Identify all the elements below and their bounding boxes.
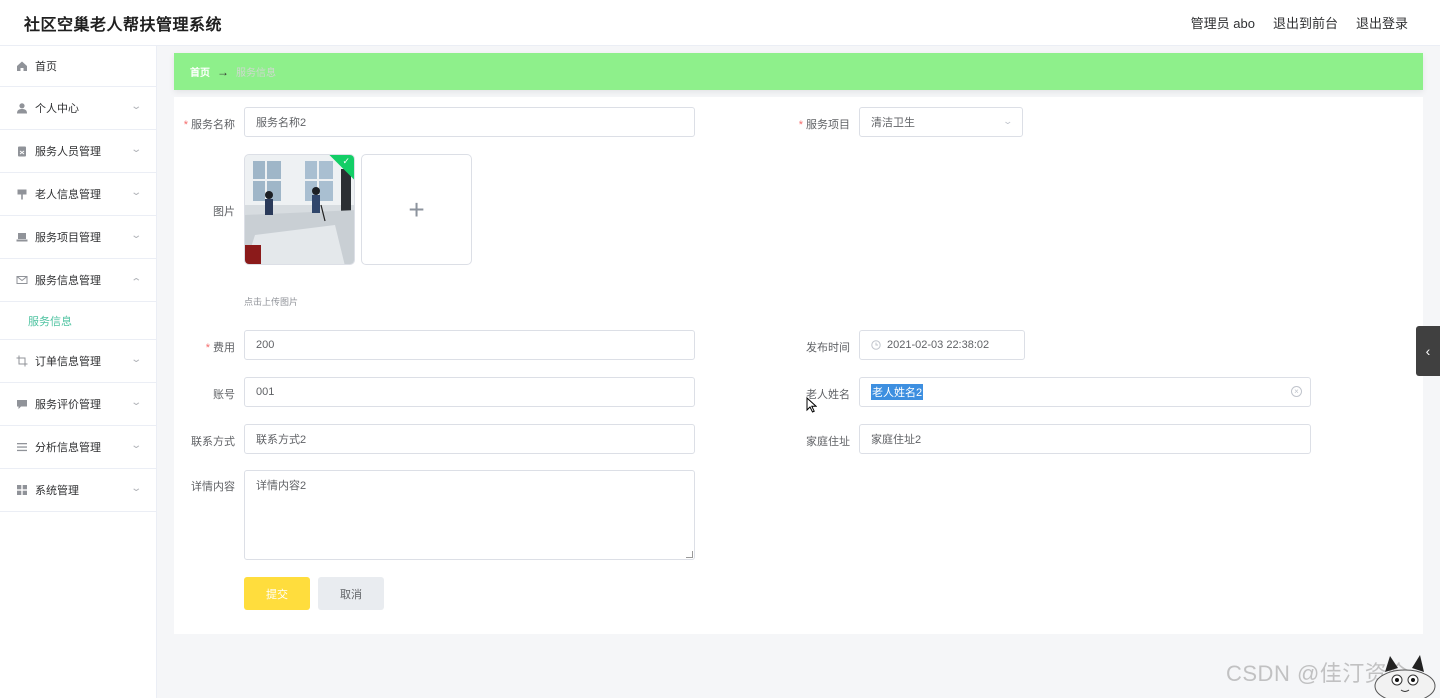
cleaning-photo: [245, 155, 354, 264]
chevron-down-icon: ⌄: [129, 101, 142, 112]
service-item-select[interactable]: 清洁卫生 ⌄: [859, 107, 1023, 137]
laptop-icon: [16, 231, 28, 243]
sidebar-item-orders[interactable]: 订单信息管理 ⌄: [0, 340, 156, 383]
upload-tip[interactable]: 点击上传图片: [244, 295, 298, 308]
chevron-left-icon: ‹: [1425, 343, 1431, 359]
cancel-button[interactable]: 取消: [318, 577, 384, 610]
address-input[interactable]: 家庭住址2: [859, 424, 1311, 454]
mouse-cursor-icon: [806, 396, 818, 416]
chevron-down-icon: ⌄: [129, 397, 142, 408]
home-icon: [16, 60, 28, 72]
sidebar-item-elders[interactable]: 老人信息管理 ⌄: [0, 173, 156, 216]
breadcrumb-separator: →: [217, 64, 229, 79]
detail-label: 详情内容: [191, 481, 235, 493]
image-label: 图片: [213, 206, 235, 218]
fee-input[interactable]: 200: [244, 330, 695, 360]
crop-icon: [16, 355, 28, 367]
current-user-label: 管理员 abo: [1190, 16, 1255, 31]
account-input[interactable]: 001: [244, 377, 695, 407]
resize-handle[interactable]: [686, 551, 693, 558]
top-bar: 社区空巢老人帮扶管理系统 管理员 abo 退出到前台 退出登录: [0, 0, 1440, 46]
sidebar-item-reviews[interactable]: 服务评价管理 ⌄: [0, 383, 156, 426]
breadcrumb-current: 服务信息: [236, 68, 276, 79]
app-title: 社区空巢老人帮扶管理系统: [24, 16, 223, 34]
clipboard-icon: [16, 145, 28, 157]
sidebar-item-label: 订单信息管理: [35, 356, 101, 368]
mascot-icon: [1360, 652, 1440, 698]
sidebar: 首页 个人中心 ⌄ 服务人员管理 ⌄ 老人信息管理 ⌄ 服务项目管理 ⌄ 服务信…: [0, 46, 157, 698]
detail-textarea[interactable]: 详情内容2: [244, 470, 695, 560]
address-label: 家庭住址: [806, 436, 850, 448]
user-icon: [16, 102, 28, 114]
sidebar-item-label: 首页: [35, 61, 57, 73]
uploaded-image[interactable]: ✓: [244, 154, 355, 265]
sidebar-item-label: 系统管理: [35, 485, 79, 497]
account-label: 账号: [213, 389, 235, 401]
sidebar-item-analysis[interactable]: 分析信息管理 ⌄: [0, 426, 156, 469]
sidebar-item-label: 分析信息管理: [35, 442, 101, 454]
clear-icon[interactable]: ×: [1291, 386, 1302, 397]
plus-icon: +: [408, 193, 425, 225]
main-content: 首页 → 服务信息 *服务名称 服务名称2 *服务项目 清洁卫生 ⌄ 图片: [174, 53, 1423, 634]
chevron-down-icon: ⌄: [129, 483, 142, 494]
grid-icon: [16, 484, 28, 496]
add-image-button[interactable]: +: [361, 154, 472, 265]
sidebar-item-service-items[interactable]: 服务项目管理 ⌄: [0, 216, 156, 259]
service-name-input[interactable]: 服务名称2: [244, 107, 695, 137]
publish-time-picker[interactable]: 2021-02-03 22:38:02: [859, 330, 1025, 360]
goto-front-link[interactable]: 退出到前台: [1273, 13, 1338, 32]
submenu-service-info[interactable]: 服务信息: [0, 302, 156, 340]
list-icon: [16, 441, 28, 453]
breadcrumb-home-link[interactable]: 首页: [190, 64, 210, 79]
logout-link[interactable]: 退出登录: [1356, 13, 1408, 32]
chevron-down-icon: ⌄: [129, 440, 142, 451]
service-info-form: * 服务名称 服务名称2 * 服务项目 清洁卫生 ⌄ 图片 ✓ + 点击上传图片…: [174, 97, 1423, 634]
sidebar-item-label: 服务人员管理: [35, 146, 101, 158]
service-item-label: * 服务项目: [798, 119, 850, 131]
chevron-up-icon: ⌄: [129, 275, 142, 286]
publish-time-label: 发布时间: [806, 342, 850, 354]
service-name-label: * 服务名称: [183, 119, 235, 131]
clock-icon: [871, 340, 881, 350]
fee-label: * 费用: [205, 342, 235, 354]
elder-name-input[interactable]: 老人姓名2 ×: [859, 377, 1311, 407]
top-bar-actions: 管理员 abo 退出到前台 退出登录: [1191, 13, 1408, 32]
chevron-down-icon: ⌄: [129, 354, 142, 365]
sidebar-item-label: 老人信息管理: [35, 189, 101, 201]
sign-icon: [16, 188, 28, 200]
breadcrumb: 首页 → 服务信息: [174, 53, 1423, 90]
sidebar-item-personal-center[interactable]: 个人中心 ⌄: [0, 87, 156, 130]
chevron-down-icon: ⌄: [129, 187, 142, 198]
contact-label: 联系方式: [191, 436, 235, 448]
submit-button[interactable]: 提交: [244, 577, 310, 610]
chat-icon: [16, 398, 28, 410]
check-icon: ✓: [342, 156, 350, 166]
sidebar-item-label: 服务信息管理: [35, 275, 101, 287]
sidebar-item-service-info[interactable]: 服务信息管理 ⌄: [0, 259, 156, 302]
sidebar-item-label: 服务评价管理: [35, 399, 101, 411]
mail-icon: [16, 274, 28, 286]
chevron-down-icon: ⌄: [129, 230, 142, 241]
sidebar-item-staff[interactable]: 服务人员管理 ⌄: [0, 130, 156, 173]
sidebar-item-system[interactable]: 系统管理 ⌄: [0, 469, 156, 512]
sidebar-item-label: 服务项目管理: [35, 232, 101, 244]
chevron-down-icon: ⌄: [1002, 116, 1014, 126]
sidebar-item-label: 个人中心: [35, 103, 79, 115]
side-panel-toggle[interactable]: ‹: [1416, 326, 1440, 376]
chevron-down-icon: ⌄: [129, 144, 142, 155]
contact-input[interactable]: 联系方式2: [244, 424, 695, 454]
sidebar-item-home[interactable]: 首页: [0, 46, 156, 87]
